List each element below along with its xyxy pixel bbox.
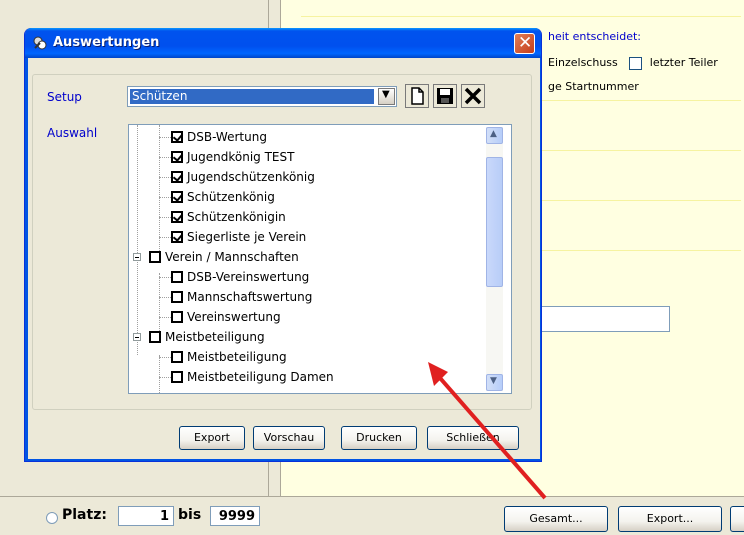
letzter-teiler-label: letzter Teiler bbox=[649, 56, 718, 69]
gesamt-button[interactable]: Gesamt... bbox=[504, 506, 608, 532]
checkbox[interactable] bbox=[171, 191, 183, 203]
dialog-title: Auswertungen bbox=[53, 35, 160, 50]
chevron-up-icon: ▲ bbox=[490, 129, 497, 139]
app-icon bbox=[33, 36, 47, 50]
platz-label: Platz: bbox=[62, 507, 107, 523]
tree-item[interactable]: Schützenkönigin bbox=[171, 207, 286, 227]
save-icon bbox=[437, 88, 453, 104]
tree-group[interactable]: Verein / Mannschaften bbox=[149, 247, 299, 267]
chevron-down-icon: ▼ bbox=[490, 376, 497, 386]
schliessen-button[interactable]: Schließen bbox=[427, 426, 519, 450]
checkbox[interactable] bbox=[171, 271, 183, 283]
scroll-down-button[interactable]: ▼ bbox=[486, 374, 503, 391]
chevron-down-icon: ▼ bbox=[382, 89, 390, 100]
drucken-button[interactable]: Drucken bbox=[341, 426, 417, 450]
vorschau-button[interactable]: Vorschau bbox=[253, 426, 325, 450]
einzelschuss-label: Einzelschuss bbox=[548, 56, 618, 69]
startnummer-text: ge Startnummer bbox=[548, 80, 639, 93]
letzter-teiler-checkbox[interactable] bbox=[629, 56, 643, 70]
tree-item[interactable]: DSB-Vereinswertung bbox=[171, 267, 309, 287]
tree-item[interactable]: Jugendkönig TEST bbox=[171, 147, 294, 167]
scroll-thumb[interactable] bbox=[486, 157, 503, 287]
close-icon: ✕ bbox=[518, 33, 533, 53]
platz-radio[interactable] bbox=[46, 512, 58, 524]
delete-icon bbox=[464, 87, 482, 105]
background-export-button[interactable]: Export... bbox=[618, 506, 722, 532]
extra-button[interactable] bbox=[730, 506, 744, 532]
auswertungen-dialog: Auswertungen ✕ Setup Auswahl Schützen ▼ bbox=[24, 28, 542, 462]
platz-from-input[interactable]: 1 bbox=[118, 506, 174, 526]
auswahl-label: Auswahl bbox=[47, 126, 98, 140]
tree-item[interactable]: Mannschaftswertung bbox=[171, 287, 312, 307]
platz-to-input[interactable]: 9999 bbox=[210, 506, 260, 526]
new-document-icon bbox=[411, 87, 424, 105]
bis-label: bis bbox=[178, 507, 202, 523]
tree-group[interactable]: Meistbeteiligung bbox=[149, 327, 265, 347]
tree-scrollbar[interactable]: ▲ ▼ bbox=[486, 127, 503, 391]
setup-select[interactable]: Schützen ▼ bbox=[127, 86, 397, 107]
tree-item[interactable]: Siegerliste je Verein bbox=[171, 227, 306, 247]
checkbox[interactable] bbox=[171, 131, 183, 143]
checkbox[interactable] bbox=[171, 291, 183, 303]
tree-line bbox=[159, 125, 160, 253]
background-text-field[interactable] bbox=[540, 306, 670, 332]
tree-item[interactable]: Jugendschützenkönig bbox=[171, 167, 315, 187]
checkbox[interactable] bbox=[171, 231, 183, 243]
tree-item[interactable]: Meistbeteiligung Damen bbox=[171, 367, 334, 387]
setup-dropdown-button[interactable]: ▼ bbox=[378, 88, 395, 105]
collapse-icon[interactable] bbox=[133, 253, 141, 261]
close-button[interactable]: ✕ bbox=[514, 33, 535, 54]
checkbox[interactable] bbox=[171, 351, 183, 363]
dialog-titlebar[interactable]: Auswertungen ✕ bbox=[25, 28, 541, 58]
checkbox[interactable] bbox=[171, 211, 183, 223]
collapse-icon[interactable] bbox=[133, 333, 141, 341]
checkbox[interactable] bbox=[171, 311, 183, 323]
setup-label: Setup bbox=[47, 90, 82, 104]
auswahl-tree[interactable]: DSB-Wertung Jugendkönig TEST Jugendschüt… bbox=[128, 124, 512, 394]
tree-item[interactable]: Schützenkönig bbox=[171, 187, 275, 207]
tree-item[interactable]: Vereinswertung bbox=[171, 307, 281, 327]
save-setup-button[interactable] bbox=[433, 84, 457, 108]
setup-select-value: Schützen bbox=[130, 89, 374, 104]
export-button[interactable]: Export bbox=[179, 426, 245, 450]
checkbox[interactable] bbox=[171, 171, 183, 183]
checkbox[interactable] bbox=[171, 151, 183, 163]
tree-line bbox=[137, 125, 138, 355]
scroll-up-button[interactable]: ▲ bbox=[486, 127, 503, 144]
tie-break-options: Einzelschuss letzter Teiler bbox=[548, 56, 718, 70]
checkbox[interactable] bbox=[149, 331, 161, 343]
delete-setup-button[interactable] bbox=[461, 84, 485, 108]
checkbox[interactable] bbox=[171, 371, 183, 383]
checkbox[interactable] bbox=[149, 251, 161, 263]
tree-line bbox=[159, 355, 160, 393]
tree-item[interactable]: Meistbeteiligung bbox=[171, 347, 287, 367]
tie-break-hint: heit entscheidet: bbox=[548, 30, 642, 43]
tree-item[interactable]: DSB-Wertung bbox=[171, 127, 267, 147]
new-setup-button[interactable] bbox=[405, 84, 429, 108]
